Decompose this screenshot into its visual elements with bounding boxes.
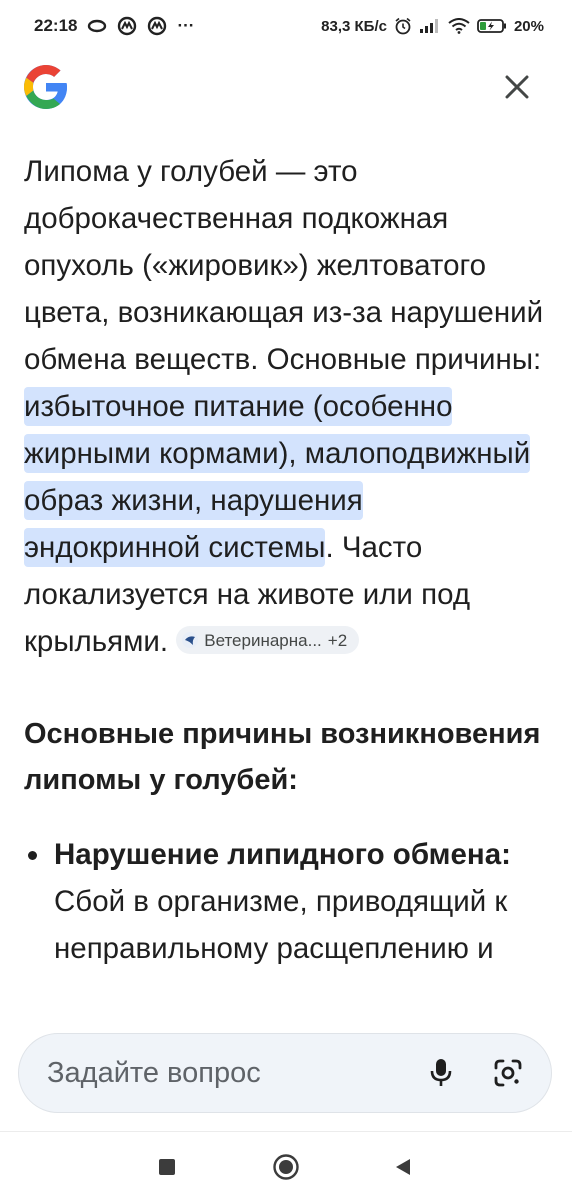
- system-nav-bar: [0, 1132, 572, 1200]
- home-circle-icon: [273, 1154, 299, 1180]
- ask-bar[interactable]: Задайте вопрос: [18, 1033, 552, 1113]
- back-triangle-icon: [396, 1159, 410, 1175]
- recents-square-icon: [159, 1159, 175, 1175]
- network-speed: 83,3 КБ/с: [321, 17, 387, 35]
- app-notification-icon: [117, 16, 137, 36]
- source-chip-label: Ветеринарна...: [204, 630, 322, 650]
- microphone-icon: [430, 1059, 452, 1086]
- battery-icon: [477, 18, 507, 34]
- recents-button[interactable]: [152, 1152, 182, 1182]
- google-lens-icon: [494, 1059, 522, 1087]
- source-chip[interactable]: Ветеринарна... +2: [176, 626, 360, 655]
- mic-button[interactable]: [421, 1052, 461, 1094]
- notification-ring-icon: [87, 19, 107, 33]
- alarm-icon: [394, 17, 412, 35]
- answer-paragraph: Липома у голубей — это доброкачественная…: [24, 148, 544, 665]
- answer-content: Липома у голубей — это доброкачественная…: [24, 148, 544, 1016]
- answer-intro: Липома у голубей — это доброкачественная…: [24, 155, 544, 376]
- ask-input[interactable]: Задайте вопрос: [47, 1034, 261, 1112]
- status-more-dots: ···: [177, 16, 195, 35]
- google-g-icon: [22, 63, 70, 111]
- close-icon: [505, 75, 529, 99]
- battery-percent: 20%: [513, 17, 544, 35]
- back-button[interactable]: [388, 1152, 418, 1182]
- status-right: 83,3 КБ/с 20%: [321, 14, 544, 38]
- status-bar: 22:18 ··· 83,3 КБ/с 20%: [0, 0, 572, 50]
- signal-icon: [419, 18, 441, 34]
- lens-button[interactable]: [487, 1052, 529, 1094]
- bullet-title: Нарушение липидного обмена:: [54, 838, 511, 871]
- close-button[interactable]: [496, 66, 538, 108]
- source-favicon-icon: [182, 632, 199, 649]
- wifi-icon: [448, 18, 470, 34]
- highlighted-causes[interactable]: избыточное питание (особенно жирными кор…: [24, 387, 531, 567]
- section-heading: Основные причины возникновения липомы у …: [24, 718, 541, 796]
- home-button[interactable]: [271, 1152, 301, 1182]
- status-left: 22:18 ···: [34, 14, 194, 38]
- app-notification-icon-2: [147, 16, 167, 36]
- causes-list: Нарушение липидного обмена: Сбой в орган…: [24, 831, 544, 972]
- source-chip-count: +2: [327, 630, 348, 650]
- list-item: Нарушение липидного обмена: Сбой в орган…: [24, 831, 544, 972]
- content-fade: [0, 990, 572, 1030]
- status-time: 22:18: [34, 16, 78, 35]
- bullet-text: Сбой в организме, приводящий к неправиль…: [54, 885, 508, 965]
- bullet-marker: [28, 851, 37, 860]
